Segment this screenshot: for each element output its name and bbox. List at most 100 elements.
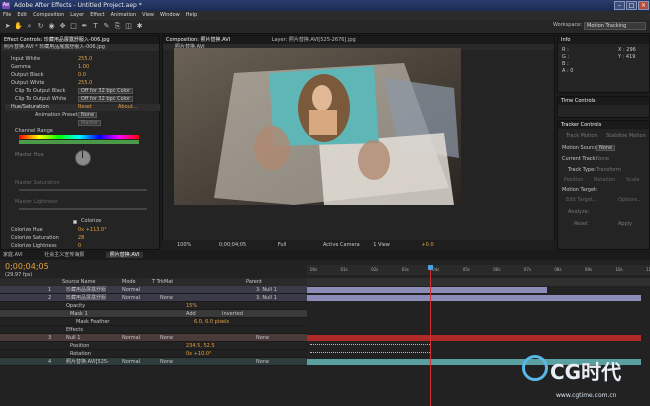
- menu-effect[interactable]: Effect: [90, 12, 104, 18]
- layer-bar-null[interactable]: [307, 335, 641, 341]
- animation-presets-select[interactable]: None: [78, 112, 98, 118]
- layer-bar-1[interactable]: [307, 287, 547, 293]
- effects-row[interactable]: Effects: [0, 326, 307, 334]
- views-select[interactable]: 1 View: [373, 242, 390, 248]
- colorize-lightness-value[interactable]: 0: [78, 243, 81, 250]
- timeline-tab-poster[interactable]: 社会主义宣传海报: [44, 252, 84, 258]
- menu-animation[interactable]: Animation: [111, 12, 137, 18]
- timeline-tab-photo[interactable]: 照片替换.AVI: [105, 252, 144, 258]
- comp-timecode[interactable]: 0;00;04;05: [219, 242, 246, 248]
- scale-checkbox-label[interactable]: Scale: [626, 177, 639, 184]
- position-row[interactable]: Position 234.5, 52.5: [0, 342, 307, 350]
- current-track-select[interactable]: None: [596, 156, 609, 163]
- hue-reset-link[interactable]: Reset: [78, 104, 92, 111]
- selection-tool-icon[interactable]: ➤: [3, 22, 12, 31]
- layer-parent-select[interactable]: 3. Null 1: [256, 286, 277, 294]
- stabilize-motion-button[interactable]: Stabilize Motion: [606, 133, 646, 140]
- options-button[interactable]: Options...: [618, 197, 642, 204]
- channel-control-select[interactable]: Master: [78, 120, 102, 126]
- input-white-value[interactable]: 255.0: [78, 56, 92, 63]
- layer-name[interactable]: 照片替换.AVI[525-: [66, 358, 109, 366]
- playhead[interactable]: [430, 265, 432, 406]
- edit-target-button[interactable]: Edit Target...: [566, 197, 598, 204]
- eraser-tool-icon[interactable]: ◫: [124, 22, 133, 31]
- layer-mode-select[interactable]: Normal: [122, 286, 140, 294]
- position-checkbox-label[interactable]: Position: [564, 177, 583, 184]
- hue-about-link[interactable]: About...: [118, 104, 138, 111]
- track-type-select[interactable]: Transform: [596, 167, 621, 174]
- zoom-tool-icon[interactable]: ⌕: [25, 22, 34, 31]
- brush-tool-icon[interactable]: ✎: [102, 22, 111, 31]
- resolution-select[interactable]: Full: [278, 242, 287, 248]
- master-hue-dial[interactable]: [75, 150, 91, 166]
- menu-composition[interactable]: Composition: [33, 12, 64, 18]
- mask-inverted-checkbox[interactable]: Inverted: [222, 310, 243, 318]
- mask-feather-row[interactable]: Mask Feather 6.0, 6.0 pixels: [0, 318, 307, 326]
- rotation-checkbox-label[interactable]: Rotation: [594, 177, 615, 184]
- master-lightness-slider[interactable]: [19, 208, 147, 210]
- layer-trkmat-select[interactable]: None: [160, 294, 173, 302]
- pen-tool-icon[interactable]: ✒: [80, 22, 89, 31]
- mask-row[interactable]: Mask 1 Add Inverted: [0, 310, 307, 318]
- colorize-checkbox[interactable]: [73, 220, 77, 224]
- layer-parent-select[interactable]: 3. Null 1: [256, 294, 277, 302]
- pan-behind-tool-icon[interactable]: ✥: [58, 22, 67, 31]
- clone-tool-icon[interactable]: ⎘: [113, 22, 122, 31]
- menu-window[interactable]: Window: [160, 12, 180, 18]
- composition-viewer[interactable]: [174, 48, 461, 205]
- tracker-controls-tab[interactable]: Tracker Controls: [558, 121, 649, 129]
- position-value[interactable]: 234.5, 52.5: [186, 342, 215, 350]
- layer-mode-select[interactable]: Normal: [122, 294, 140, 302]
- menu-file[interactable]: File: [3, 12, 11, 18]
- parent-header[interactable]: Parent: [246, 278, 262, 286]
- zoom-select[interactable]: 100%: [177, 242, 191, 248]
- master-saturation-slider[interactable]: [19, 189, 147, 191]
- layer-name[interactable]: 珍藏用品展露舒服: [66, 294, 106, 302]
- tracker-reset-button[interactable]: Reset: [574, 221, 588, 228]
- clip-black-select[interactable]: Off for 32 bpc Color: [78, 88, 134, 94]
- hand-tool-icon[interactable]: ✋: [14, 22, 23, 31]
- exposure-value[interactable]: +0.0: [421, 242, 433, 248]
- colorize-hue-value[interactable]: 0x +113.0°: [78, 227, 107, 234]
- mask-feather-value[interactable]: 6.0, 6.0 pixels: [194, 318, 229, 326]
- mask-mode-select[interactable]: Add: [186, 310, 196, 318]
- tracker-apply-button[interactable]: Apply: [618, 221, 632, 228]
- layer-trkmat-select[interactable]: None: [160, 358, 173, 366]
- opacity-value[interactable]: 15%: [186, 302, 197, 310]
- layer-row[interactable]: 2 珍藏用品展露舒服 Normal None 3. Null 1: [0, 294, 307, 302]
- puppet-tool-icon[interactable]: ✱: [135, 22, 144, 31]
- maximize-button[interactable]: □: [626, 1, 637, 10]
- playhead-handle[interactable]: [428, 265, 434, 270]
- colorize-saturation-value[interactable]: 28: [78, 235, 84, 242]
- work-area-bar[interactable]: [307, 278, 650, 286]
- effect-controls-tab[interactable]: Effect Controls: 珍藏用品展露舒服入-006.jpg: [1, 36, 159, 44]
- menu-view[interactable]: View: [142, 12, 154, 18]
- time-ruler[interactable]: 00s01s02s03s04s05s06s07s08s09s10s11s: [307, 265, 650, 275]
- rotation-keyframes[interactable]: [310, 352, 430, 356]
- menu-edit[interactable]: Edit: [17, 12, 27, 18]
- motion-source-select[interactable]: None: [596, 145, 616, 151]
- rotate-tool-icon[interactable]: ↻: [36, 22, 45, 31]
- layer-name[interactable]: Null 1: [66, 334, 80, 342]
- workspace-select[interactable]: Motion Tracking: [584, 22, 646, 30]
- layer-trkmat-select[interactable]: None: [160, 334, 173, 342]
- rotation-value[interactable]: 0x +10.0°: [186, 350, 212, 358]
- menu-layer[interactable]: Layer: [70, 12, 84, 18]
- camera-select[interactable]: Active Camera: [323, 242, 360, 248]
- layer-row[interactable]: 1 珍藏用品展露舒服 Normal 3. Null 1: [0, 286, 307, 294]
- gamma-value[interactable]: 1.00: [78, 64, 89, 71]
- layer-parent-select[interactable]: None: [256, 334, 269, 342]
- layer-mode-select[interactable]: Normal: [122, 334, 140, 342]
- timeline-tab-home[interactable]: 家庭.AVI: [3, 252, 23, 258]
- layer-bar-2[interactable]: [307, 295, 641, 301]
- layer-tab[interactable]: Layer: 照片替换.AVI[525-2676].jpg: [272, 37, 356, 43]
- layer-name[interactable]: 珍藏用品展露舒服: [66, 286, 106, 294]
- info-tab[interactable]: Info: [558, 36, 649, 44]
- trkmat-header[interactable]: T TrkMat: [152, 278, 173, 286]
- menu-help[interactable]: Help: [186, 12, 197, 18]
- time-controls-tab[interactable]: Time Controls: [558, 97, 649, 105]
- source-name-header[interactable]: Source Name: [62, 278, 96, 286]
- close-button[interactable]: ×: [638, 1, 649, 10]
- camera-tool-icon[interactable]: ◉: [47, 22, 56, 31]
- mode-header[interactable]: Mode: [122, 278, 136, 286]
